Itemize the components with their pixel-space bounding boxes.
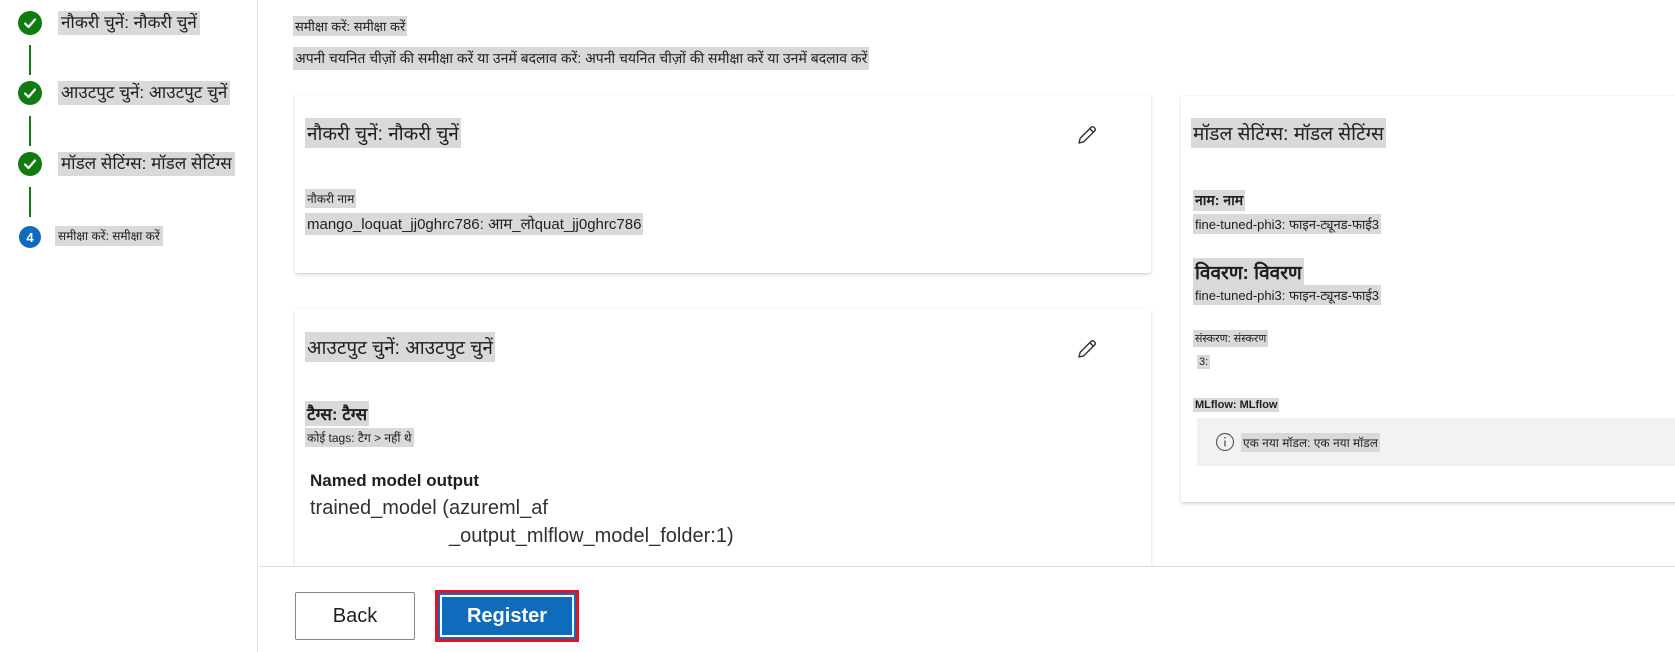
named-output-value-continued: _output_mlflow_model_folder:1) bbox=[449, 525, 734, 547]
edit-output-button[interactable] bbox=[1071, 333, 1103, 365]
job-name-label: नौकरी नाम bbox=[305, 189, 357, 208]
step-label: नौकरी चुनें: नौकरी चुनें bbox=[58, 11, 200, 35]
register-button-label: Register bbox=[440, 595, 574, 637]
step-review[interactable]: 4 समीक्षा करें: समीक्षा करें bbox=[18, 226, 163, 248]
pencil-icon bbox=[1078, 339, 1097, 358]
named-output-value: trained_model (azureml_af bbox=[310, 497, 548, 519]
model-name-label: नाम: नाम bbox=[1193, 190, 1246, 211]
step-number-badge: 4 bbox=[19, 226, 41, 248]
step-label: समीक्षा करें: समीक्षा करें bbox=[55, 226, 163, 246]
info-message-bar: एक नया मॉडल: एक नया मॉडल bbox=[1197, 418, 1675, 466]
tags-value: कोई tags: टैग > नहीं थे bbox=[305, 428, 414, 447]
step-label: मॉडल सेटिंग्स: मॉडल सेटिंग्स bbox=[58, 152, 235, 176]
info-message-text: एक नया मॉडल: एक नया मॉडल bbox=[1241, 432, 1380, 452]
step-label: आउटपुट चुनें: आउटपुट चुनें bbox=[58, 81, 231, 105]
version-value: 3: bbox=[1197, 355, 1211, 369]
card-title: नौकरी चुनें: नौकरी चुनें bbox=[305, 118, 461, 148]
step-connector bbox=[29, 116, 31, 146]
step-connector bbox=[29, 45, 31, 75]
wizard-footer: Back Register bbox=[259, 566, 1675, 652]
step-select-job[interactable]: नौकरी चुनें: नौकरी चुनें bbox=[18, 11, 200, 35]
page-title: समीक्षा करें: समीक्षा करें bbox=[293, 16, 408, 36]
wizard-stepper: नौकरी चुनें: नौकरी चुनें आउटपुट चुनें: आ… bbox=[0, 0, 258, 652]
job-summary-card: नौकरी चुनें: नौकरी चुनें नौकरी नाम mango… bbox=[295, 95, 1151, 273]
register-button[interactable]: Register bbox=[435, 590, 579, 642]
edit-job-button[interactable] bbox=[1071, 119, 1103, 151]
card-title: आउटपुट चुनें: आउटपुट चुनें bbox=[305, 332, 495, 362]
step-connector bbox=[29, 187, 31, 217]
checkmark-icon bbox=[18, 81, 42, 105]
model-settings-card: मॉडल सेटिंग्स: मॉडल सेटिंग्स नाम: नाम fi… bbox=[1181, 96, 1675, 502]
pencil-icon bbox=[1078, 125, 1097, 144]
mlflow-label: MLflow: MLflow bbox=[1193, 398, 1280, 412]
step-model-settings[interactable]: मॉडल सेटिंग्स: मॉडल सेटिंग्स bbox=[18, 152, 235, 176]
description-label: विवरण: विवरण bbox=[1193, 258, 1304, 286]
review-panel: समीक्षा करें: समीक्षा करें अपनी चयनित ची… bbox=[259, 0, 1675, 652]
description-value: fine-tuned-phi3: फाइन-ट्यूनड-फाई3 bbox=[1193, 285, 1381, 305]
info-icon bbox=[1215, 432, 1235, 452]
page-subtitle: अपनी चयनित चीज़ों की समीक्षा करें या उनम… bbox=[293, 47, 870, 70]
named-output-label: Named model output bbox=[310, 471, 480, 490]
tags-label: टैग्स: टैग्स bbox=[305, 401, 370, 426]
step-select-output[interactable]: आउटपुट चुनें: आउटपुट चुनें bbox=[18, 81, 231, 105]
output-summary-card: आउटपुट चुनें: आउटपुट चुनें टैग्स: टैग्स … bbox=[295, 309, 1151, 569]
card-title: मॉडल सेटिंग्स: मॉडल सेटिंग्स bbox=[1191, 118, 1386, 148]
back-button[interactable]: Back bbox=[295, 592, 415, 640]
job-name-value: mango_loquat_jj0ghrc786: आम_लोquat_jj0gh… bbox=[305, 213, 644, 235]
checkmark-icon bbox=[18, 11, 42, 35]
model-name-value: fine-tuned-phi3: फाइन-ट्यूनड-फाई3 bbox=[1193, 214, 1381, 234]
version-label: संस्करण: संस्करण bbox=[1193, 330, 1269, 347]
checkmark-icon bbox=[18, 152, 42, 176]
